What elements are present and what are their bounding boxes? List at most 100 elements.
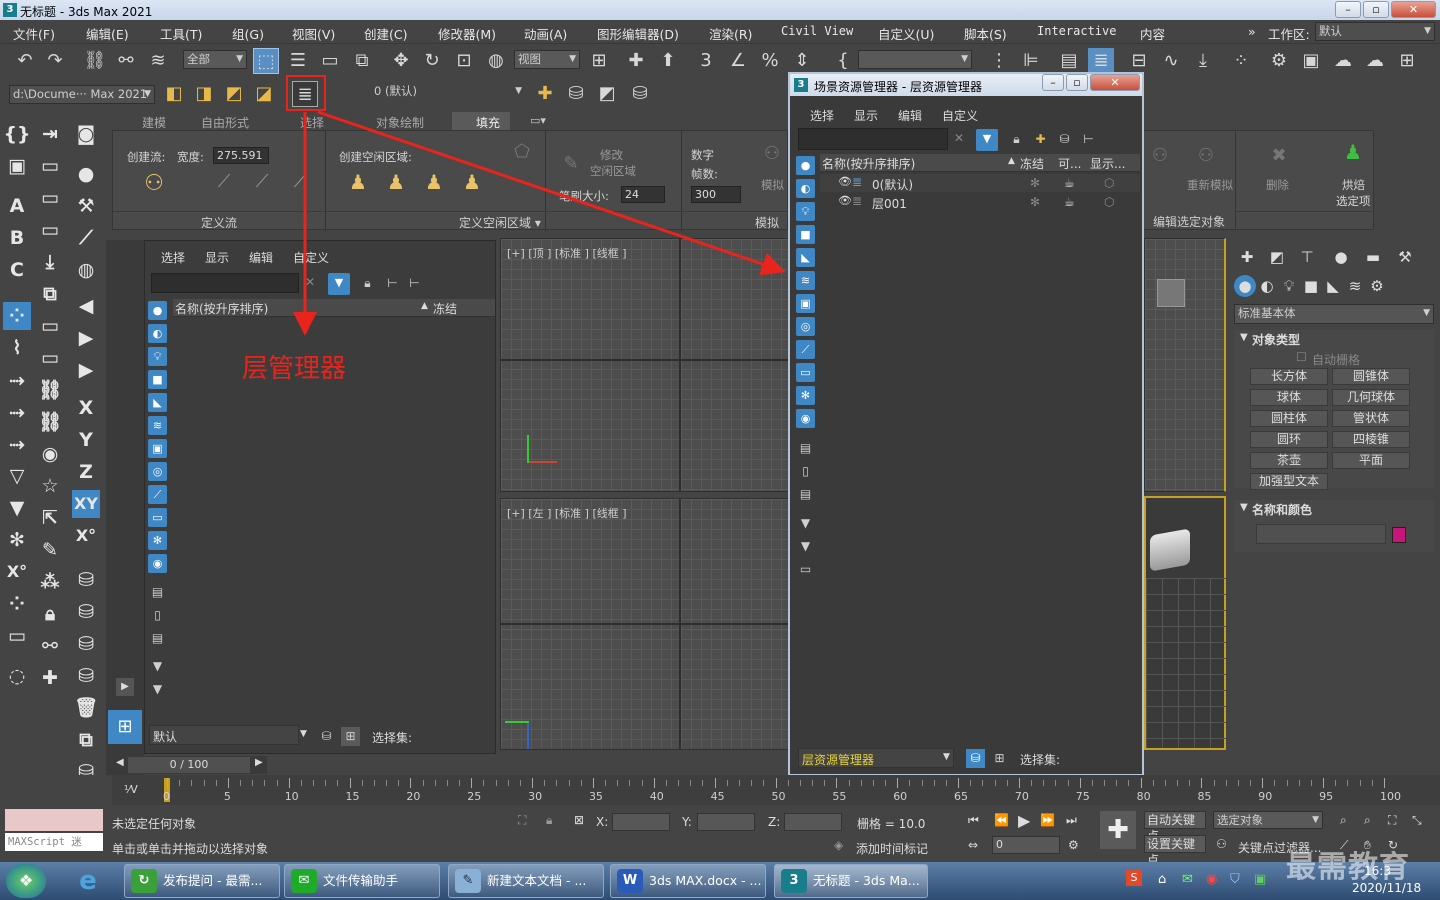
- zoom-icon[interactable]: ⌕: [1340, 813, 1347, 828]
- curve-editor-icon[interactable]: ∿: [1158, 48, 1184, 74]
- tray-antivirus-icon[interactable]: ◉: [1206, 872, 1217, 887]
- rotate-icon[interactable]: ↻: [419, 48, 445, 74]
- geosphere-button[interactable]: 几何球体: [1332, 389, 1410, 406]
- xp-icon[interactable]: X°: [3, 558, 31, 586]
- grid-select-icon[interactable]: ⁘: [3, 302, 31, 330]
- visibility-eye-icon[interactable]: 👁︎: [838, 194, 852, 207]
- project-path-dropdown[interactable]: d:\Docume··· Max 2021 ▼: [9, 85, 155, 104]
- object-color-swatch[interactable]: [1392, 527, 1406, 543]
- select-object-icon[interactable]: ⬚: [253, 48, 279, 74]
- y-coord-field[interactable]: [697, 813, 755, 831]
- left-lock-icon[interactable]: 🔒︎: [358, 274, 377, 293]
- bones-icon[interactable]: ⟋: [796, 340, 815, 359]
- left-xrefs-icon[interactable]: ◎: [148, 462, 167, 481]
- camera-icon[interactable]: ◉: [36, 440, 64, 468]
- chain-icon[interactable]: ⛓: [36, 408, 64, 436]
- isolate-icon[interactable]: ⛶: [518, 813, 526, 828]
- add-to-layer-icon[interactable]: ◨: [191, 81, 217, 107]
- left-clear-icon[interactable]: ✕: [305, 275, 315, 289]
- play-back-icon[interactable]: ◀: [72, 292, 100, 320]
- text-c-icon[interactable]: C: [3, 256, 31, 284]
- link2-icon[interactable]: ⛓: [36, 376, 64, 404]
- link-icon[interactable]: ⛓: [82, 48, 108, 74]
- idle-area-icon-4[interactable]: ♟: [459, 169, 485, 195]
- tray-s-icon[interactable]: S: [1126, 870, 1142, 886]
- tab-freeform[interactable]: 自由形式: [201, 114, 249, 131]
- layer-filter-icon[interactable]: ▼: [976, 129, 998, 151]
- undo-icon[interactable]: ↶: [12, 48, 38, 74]
- x-coord-field[interactable]: [612, 813, 670, 831]
- stack3-icon[interactable]: ⛁: [72, 630, 100, 658]
- input-icon[interactable]: ⇥: [36, 120, 64, 148]
- object-name-input[interactable]: [1256, 524, 1386, 544]
- left-shapes-icon[interactable]: ◐: [148, 324, 167, 343]
- layer-menu-display[interactable]: 显示: [854, 107, 878, 124]
- menu-civil-view[interactable]: Civil View: [781, 24, 853, 38]
- idle-area-icon-2[interactable]: ♟: [383, 169, 409, 195]
- trash-icon[interactable]: 🗑︎: [72, 694, 100, 722]
- brush-icon[interactable]: ⟋: [72, 224, 100, 252]
- dotted-arrow-icon[interactable]: ⤑: [3, 366, 31, 394]
- render-teapot-icon[interactable]: ☕︎: [1064, 195, 1075, 209]
- plus-icon[interactable]: ✚: [36, 664, 64, 692]
- viewport-left-label[interactable]: [+] [左 ] [标准 ] [线框 ]: [507, 505, 627, 521]
- timeline-config-icon[interactable]: ⅟V: [124, 783, 138, 796]
- flow-adjust-icon[interactable]: ⟋: [249, 169, 275, 195]
- render-cloud-icon[interactable]: ☁: [1362, 48, 1388, 74]
- resimulate-icon[interactable]: ⚇: [1193, 143, 1219, 169]
- next-frame-icon[interactable]: ⏩: [1040, 813, 1055, 827]
- containers-icon[interactable]: ▭: [796, 363, 815, 382]
- a360-gallery-icon[interactable]: ⊞: [1394, 48, 1420, 74]
- render-setup-icon[interactable]: ⚙: [1266, 48, 1292, 74]
- table-row[interactable]: 👁︎ ≣ 0(默认) ✻ ☕︎ ⬡: [820, 174, 1140, 192]
- material-editor-icon[interactable]: ⁘: [1228, 48, 1254, 74]
- maxscript-input[interactable]: MAXScript 迷: [5, 833, 103, 851]
- tray-network-icon[interactable]: ⌂: [1158, 872, 1166, 887]
- close-button[interactable]: ✕: [1391, 1, 1436, 18]
- container-icon[interactable]: ▣: [3, 152, 31, 180]
- left-hierarchy-mode-icon[interactable]: ⊞: [341, 727, 360, 746]
- filter-funnel2-icon[interactable]: ▼: [796, 537, 815, 556]
- left-menu-customize[interactable]: 自定义: [293, 249, 329, 266]
- layer-lock-icon[interactable]: 🔒︎: [1007, 130, 1026, 149]
- pen-icon[interactable]: ✎: [36, 536, 64, 564]
- layer-col-name[interactable]: 名称(按升序排序): [822, 155, 915, 172]
- z-coord-field[interactable]: [784, 813, 842, 831]
- frame4-icon[interactable]: ▭: [36, 312, 64, 340]
- bake-selected-icon[interactable]: ♟: [1340, 139, 1366, 165]
- visibility-eye-icon[interactable]: 👁︎: [838, 175, 852, 188]
- menu-group[interactable]: 组(G): [232, 24, 264, 43]
- layer-stack-icon[interactable]: ⛁: [1055, 130, 1074, 149]
- circle-dots-icon[interactable]: ◌: [3, 662, 31, 690]
- layers-icon[interactable]: ⧉: [36, 280, 64, 308]
- viewport-perspective[interactable]: [1144, 496, 1226, 750]
- star-icon[interactable]: ☆: [36, 472, 64, 500]
- expand-panel-icon[interactable]: ▶: [116, 678, 134, 696]
- network-icon[interactable]: ⁂: [36, 568, 64, 596]
- taskbar-item[interactable]: ✎ 新建文本文档 - ...: [448, 864, 604, 898]
- menu-animation[interactable]: 动画(A): [524, 24, 567, 43]
- viewcube-icon[interactable]: [1157, 279, 1185, 307]
- hierarchy-panel-icon[interactable]: ⊤: [1296, 246, 1318, 268]
- select-by-name-icon[interactable]: ☰: [285, 48, 311, 74]
- frame3-icon[interactable]: ▭: [36, 216, 64, 244]
- set-current-layer-icon[interactable]: ◪: [251, 81, 277, 107]
- frame5-icon[interactable]: ▭: [36, 344, 64, 372]
- y-axis-icon[interactable]: Y: [72, 426, 100, 454]
- left-layers-icon[interactable]: ⛁: [317, 727, 336, 746]
- pyramid-button[interactable]: 四棱锥: [1332, 431, 1410, 448]
- left-invert-icon[interactable]: ▤: [148, 629, 167, 648]
- brackets-icon[interactable]: {}: [3, 120, 31, 148]
- filter-funnel-icon[interactable]: ▼: [796, 514, 815, 533]
- idle-area-icon-3[interactable]: ♟: [421, 169, 447, 195]
- simulate-icon[interactable]: ⚇: [759, 141, 785, 167]
- box-button[interactable]: 长方体: [1250, 368, 1328, 385]
- tray-shield-icon[interactable]: ⛉: [1230, 872, 1240, 887]
- set-key-button[interactable]: 设置关键点: [1144, 835, 1206, 867]
- hidden-icon[interactable]: ◉: [796, 409, 815, 428]
- left-spacewarps-icon[interactable]: ≋: [148, 416, 167, 435]
- layer-row-name[interactable]: 0(默认): [872, 176, 913, 193]
- bake-label-2[interactable]: 选定项: [1336, 193, 1371, 209]
- helpers-icon[interactable]: ◣: [796, 248, 815, 267]
- tray-gpu-icon[interactable]: ▣: [1254, 872, 1266, 887]
